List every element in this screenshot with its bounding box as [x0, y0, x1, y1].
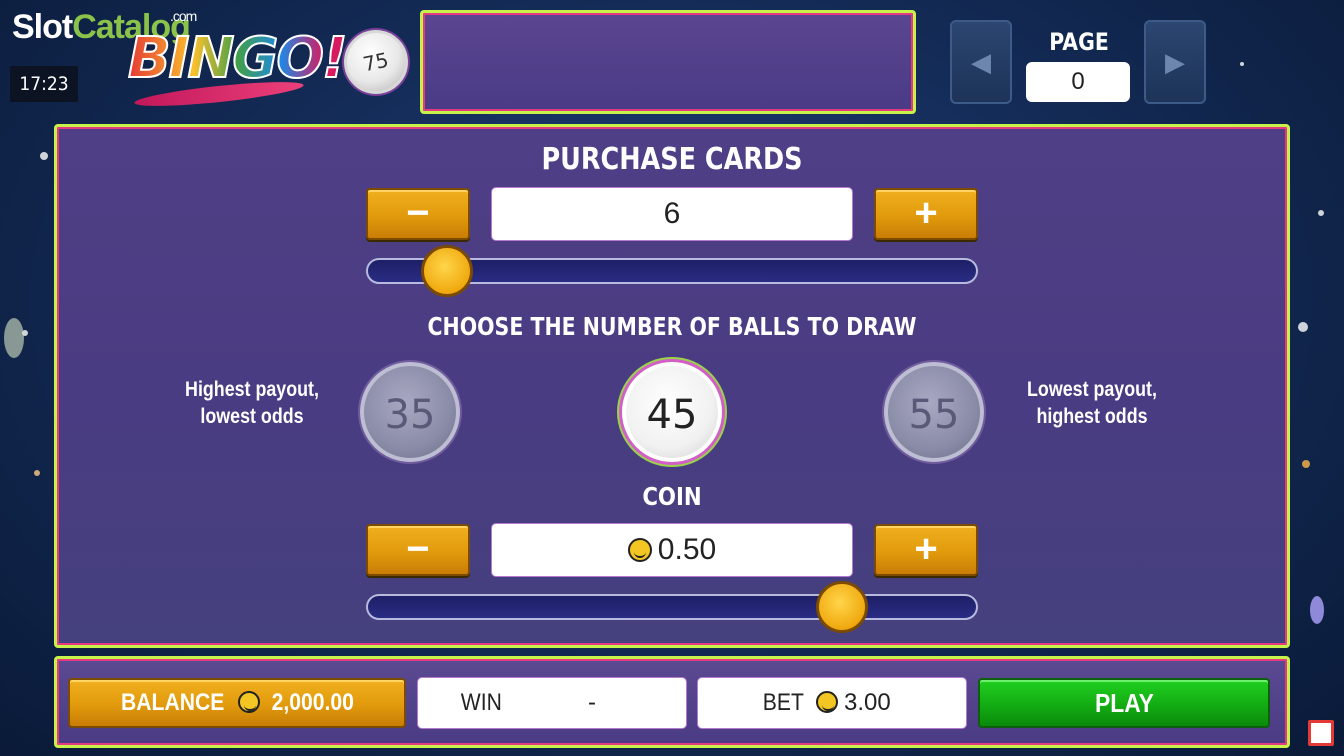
cards-count-value: 6	[663, 197, 681, 230]
ball-option-35-label: 35	[384, 392, 436, 438]
play-label: PLAY	[1094, 688, 1154, 718]
sparkle	[1310, 596, 1324, 624]
cards-decrease-button[interactable]: −	[366, 188, 470, 240]
left-payout-note: Highest payout, lowest odds	[176, 376, 329, 430]
logo-ball-badge: 75	[344, 30, 408, 94]
bet-label: BET	[762, 689, 804, 716]
logo-ball-number: 75	[361, 47, 391, 77]
left-note-line-1: Highest payout,	[185, 378, 319, 401]
bet-value-wrap: 3.00	[816, 678, 891, 728]
win-label: WIN	[460, 689, 502, 716]
cards-count-field: 6	[492, 188, 852, 240]
ball-option-55[interactable]: 55	[884, 362, 984, 462]
clock: 17:23	[10, 66, 78, 102]
balance-display: BALANCE 2,000.00	[68, 678, 406, 728]
coin-smiley-icon	[627, 538, 652, 562]
coin-slider-handle[interactable]	[816, 581, 869, 633]
bet-display: BET 3.00	[698, 678, 966, 728]
right-note-line-1: Lowest payout,	[1027, 378, 1157, 401]
plus-icon: +	[914, 527, 938, 571]
sparkle	[40, 152, 48, 160]
fullscreen-icon[interactable]	[1308, 720, 1334, 746]
balls-title: CHOOSE THE NUMBER OF BALLS TO DRAW	[427, 312, 917, 341]
ball-option-45[interactable]: 45	[622, 362, 722, 462]
balance-label: BALANCE	[121, 689, 225, 716]
left-note-line-2: lowest odds	[200, 405, 304, 428]
ball-option-35[interactable]: 35	[360, 362, 460, 462]
cards-slider[interactable]	[366, 245, 978, 297]
minus-icon: −	[406, 527, 430, 571]
right-payout-note: Lowest payout, highest odds	[1016, 376, 1169, 430]
purchase-cards-title: PURCHASE CARDS	[541, 142, 803, 177]
right-note-line-2: highest odds	[1036, 405, 1148, 428]
coin-smiley-icon	[238, 691, 261, 713]
watermark-com: .com	[170, 8, 197, 24]
coin-value-field: 0.50	[492, 524, 852, 576]
balance-value: 2,000.00	[271, 689, 355, 716]
plus-icon: +	[914, 191, 938, 235]
watermark-slot: Slot	[12, 8, 73, 46]
minus-icon: −	[406, 191, 430, 235]
cards-slider-handle[interactable]	[421, 245, 474, 297]
page-prev-button[interactable]: ◀	[950, 20, 1012, 104]
sparkle	[34, 470, 40, 476]
sparkle	[1318, 210, 1324, 216]
ball-option-45-label: 45	[646, 392, 698, 438]
sparkle	[1298, 322, 1308, 332]
logo-text: BINGO!	[127, 25, 348, 92]
win-value: -	[588, 689, 596, 716]
sparkle	[4, 318, 24, 358]
called-balls-display	[420, 10, 916, 114]
ball-option-55-label: 55	[908, 392, 960, 438]
coin-smiley-icon	[816, 691, 838, 713]
coin-increase-button[interactable]: +	[874, 524, 978, 576]
bet-value: 3.00	[844, 689, 891, 716]
page-label: PAGE	[1049, 28, 1109, 56]
coin-decrease-button[interactable]: −	[366, 524, 470, 576]
play-button[interactable]: PLAY	[978, 678, 1270, 728]
chevron-left-icon: ◀	[971, 47, 991, 77]
chevron-right-icon: ▶	[1165, 47, 1185, 77]
coin-value: 0.50	[657, 533, 717, 566]
sparkle	[1302, 460, 1310, 468]
page-next-button[interactable]: ▶	[1144, 20, 1206, 104]
coin-slider[interactable]	[366, 581, 978, 633]
game-logo: BINGO!	[122, 24, 348, 111]
page-number: 0	[1026, 62, 1130, 102]
win-display: WIN -	[418, 678, 686, 728]
cards-increase-button[interactable]: +	[874, 188, 978, 240]
sparkle	[1240, 62, 1244, 66]
coin-title: COIN	[642, 482, 702, 511]
